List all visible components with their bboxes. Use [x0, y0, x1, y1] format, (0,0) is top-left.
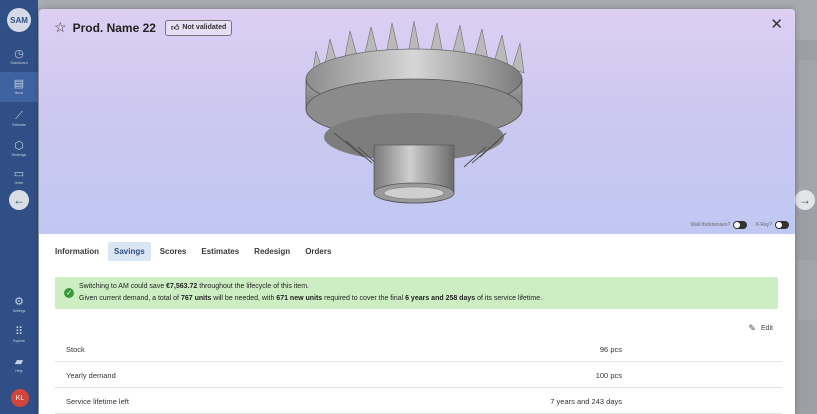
modal-header: ☆ Prod. Name 22 👍︎ Not validated [54, 19, 233, 36]
edit-button[interactable]: ✎ Edit [748, 323, 773, 334]
explore-icon: ⠿ [14, 325, 24, 338]
row-label: Yearly demand [66, 371, 116, 380]
sidebar-item-help[interactable]: ▰ Help [0, 350, 38, 380]
viewer-toggles: Wall thicknesses? X-Ray? [690, 221, 789, 229]
sidebar: SAM ◷ Dashboard ▤ Items ⟋ Estimate ⬡ Red… [0, 0, 38, 414]
check-circle-icon: ✓ [64, 288, 74, 298]
tab-savings[interactable]: Savings [108, 242, 151, 261]
background-card [798, 60, 817, 200]
dashboard-icon: ◷ [14, 47, 24, 60]
background-card [798, 260, 817, 320]
sidebar-item-label: Order [14, 180, 24, 185]
sidebar-item-label: Estimate [12, 122, 26, 127]
item-detail-modal: ☆ Prod. Name 22 👍︎ Not validated ✕ Wall … [39, 9, 795, 414]
sidebar-item-estimate[interactable]: ⟋ Estimate [0, 104, 38, 134]
sidebar-item-items[interactable]: ▤ Items [0, 72, 38, 102]
edit-label: Edit [760, 325, 773, 332]
tab-information[interactable]: Information [49, 242, 105, 261]
validation-badge-label: Not validated [182, 24, 227, 31]
sidebar-item-label: Redesign [11, 152, 27, 157]
close-icon[interactable]: ✕ [770, 15, 783, 33]
validation-badge[interactable]: 👍︎ Not validated [164, 19, 233, 36]
sidebar-item-label: Help [15, 368, 23, 373]
tab-redesign[interactable]: Redesign [248, 242, 296, 261]
row-value: 100 pcs [595, 371, 622, 380]
items-icon: ▤ [13, 77, 25, 90]
user-avatar[interactable]: KL [11, 389, 29, 407]
new-units: 671 new units [276, 295, 323, 302]
item-title: Prod. Name 22 [72, 20, 156, 35]
arrow-right-icon: → [799, 193, 811, 207]
help-icon: ▰ [14, 355, 24, 368]
row-label: Stock [66, 345, 85, 354]
tab-scores[interactable]: Scores [154, 242, 193, 261]
wall-thickness-toggle[interactable] [733, 221, 748, 229]
demand-summary-line: Given current demand, a total of 767 uni… [79, 295, 543, 302]
model-viewer[interactable]: ☆ Prod. Name 22 👍︎ Not validated ✕ Wall … [39, 9, 795, 234]
savings-amount: €7,563.72 [166, 283, 198, 290]
sidebar-item-label: Explore [13, 338, 25, 343]
part-3d-render[interactable] [264, 17, 574, 209]
arrow-left-icon: ← [13, 193, 25, 207]
wall-thickness-label: Wall thicknesses? [690, 222, 731, 228]
table-row: Stock 96 pcs [55, 336, 782, 362]
star-icon[interactable]: ☆ [54, 19, 67, 36]
settings-icon: ⚙ [14, 295, 24, 308]
xray-label: X-Ray? [755, 222, 772, 228]
sidebar-item-dashboard[interactable]: ◷ Dashboard [0, 42, 38, 72]
estimate-icon: ⟋ [15, 109, 23, 122]
table-row: Yearly demand 100 pcs [55, 362, 782, 388]
remaining-lifetime: 6 years and 258 days [405, 295, 476, 302]
next-item-button[interactable]: → [795, 190, 815, 210]
xray-toggle[interactable] [775, 221, 789, 229]
redesign-icon: ⬡ [14, 139, 24, 152]
thumbs-up-icon: 👍︎ [170, 22, 180, 32]
savings-table: Stock 96 pcs Yearly demand 100 pcs Servi… [55, 336, 782, 414]
row-value: 7 years and 243 days [550, 397, 622, 406]
pencil-icon: ✎ [748, 323, 756, 333]
savings-summary-line: Switching to AM could save €7,563.72 thr… [79, 283, 309, 290]
tab-bar: Information Savings Scores Estimates Red… [49, 242, 340, 261]
savings-banner: ✓ Switching to AM could save €7,563.72 t… [55, 277, 778, 309]
sidebar-item-label: Dashboard [10, 60, 28, 65]
order-icon: ▭ [13, 167, 25, 180]
tab-orders[interactable]: Orders [299, 242, 337, 261]
row-label: Service lifetime left [66, 397, 129, 406]
sidebar-item-settings[interactable]: ⚙ Settings [0, 290, 38, 320]
table-row: Service lifetime left 7 years and 243 da… [55, 388, 782, 414]
row-value: 96 pcs [599, 345, 622, 354]
tab-estimates[interactable]: Estimates [195, 242, 245, 261]
sidebar-item-label: Items [14, 90, 24, 95]
sidebar-item-label: Settings [12, 308, 26, 313]
sidebar-item-explore[interactable]: ⠿ Explore [0, 320, 38, 350]
sidebar-item-order[interactable]: ▭ Order [0, 162, 38, 192]
app-logo[interactable]: SAM [7, 8, 31, 32]
total-units: 767 units [180, 295, 212, 302]
previous-item-button[interactable]: ← [9, 190, 29, 210]
sidebar-item-redesign[interactable]: ⬡ Redesign [0, 134, 38, 164]
